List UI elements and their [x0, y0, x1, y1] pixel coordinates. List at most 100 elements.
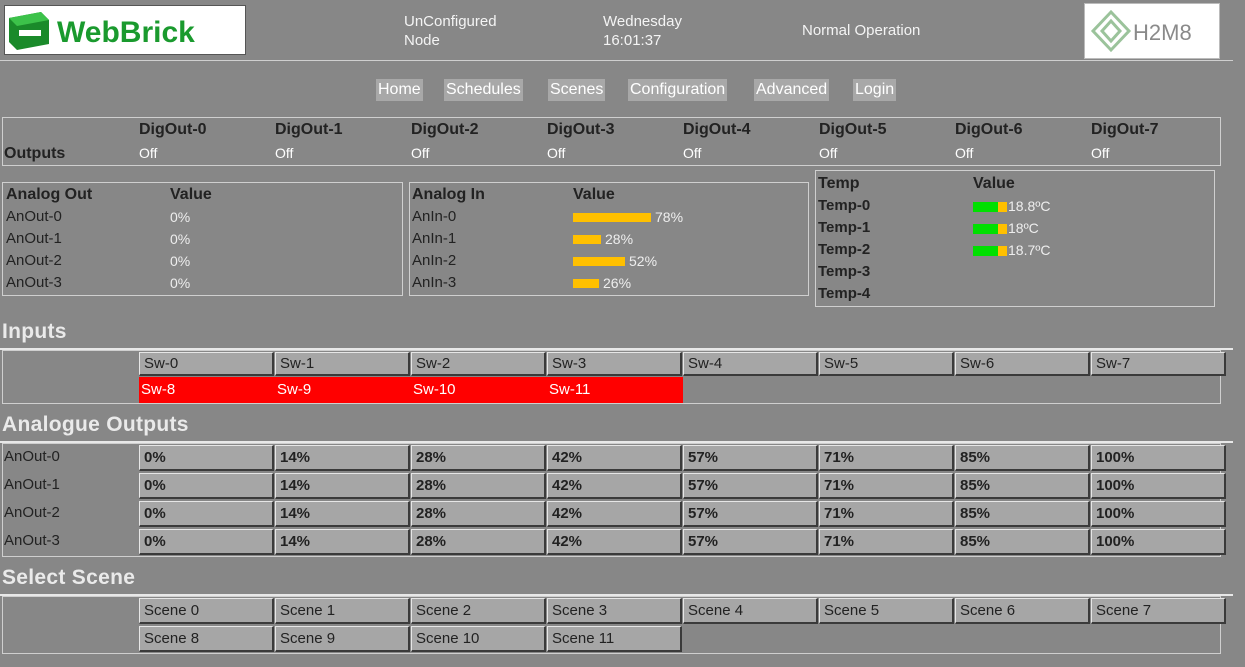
scene-button-8[interactable]: Scene 8 — [139, 626, 274, 652]
analogue-output-level-button[interactable]: 14% — [275, 445, 410, 471]
nav-advanced[interactable]: Advanced — [754, 79, 830, 101]
analog-in-header: Analog In — [412, 186, 485, 203]
inputs-title: Inputs — [2, 320, 67, 343]
nav-home[interactable]: Home — [376, 79, 423, 101]
analogue-output-level-button[interactable]: 85% — [955, 529, 1090, 555]
analogue-output-row-label: AnOut-3 — [4, 532, 60, 549]
select-scene-title: Select Scene — [2, 566, 136, 589]
analogue-output-level-button[interactable]: 85% — [955, 501, 1090, 527]
output-state-0[interactable]: Off — [139, 145, 157, 161]
switch-active-11[interactable]: Sw-11 — [547, 377, 683, 403]
analog-in-name: AnIn-0 — [412, 208, 457, 225]
scene-button-2[interactable]: Scene 2 — [411, 598, 546, 624]
switch-button-6[interactable]: Sw-6 — [955, 352, 1090, 376]
analog-in-level-bar — [573, 235, 601, 244]
temp-bar-green — [973, 246, 998, 256]
operation-status: Normal Operation — [802, 22, 921, 39]
scene-button-7[interactable]: Scene 7 — [1091, 598, 1226, 624]
analogue-output-level-button[interactable]: 28% — [411, 445, 546, 471]
analogue-output-level-button[interactable]: 71% — [819, 529, 954, 555]
switch-button-5[interactable]: Sw-5 — [819, 352, 954, 376]
temp-panel — [815, 170, 1215, 307]
temp-name: Temp-0 — [818, 197, 871, 214]
analogue-output-level-button[interactable]: 28% — [411, 529, 546, 555]
analogue-output-level-button[interactable]: 100% — [1091, 529, 1226, 555]
output-state-2[interactable]: Off — [411, 145, 429, 161]
analogue-output-level-button[interactable]: 28% — [411, 501, 546, 527]
scene-button-4[interactable]: Scene 4 — [683, 598, 818, 624]
analog-out-value: 0% — [170, 209, 191, 225]
nav-configuration[interactable]: Configuration — [628, 79, 728, 101]
analog-out-header: Analog Out — [6, 186, 93, 203]
analog-in-level-bar — [573, 257, 625, 266]
analogue-output-level-button[interactable]: 100% — [1091, 473, 1226, 499]
analogue-output-level-button[interactable]: 28% — [411, 473, 546, 499]
analogue-output-level-button[interactable]: 0% — [139, 445, 274, 471]
scene-button-0[interactable]: Scene 0 — [139, 598, 274, 624]
switch-button-1[interactable]: Sw-1 — [275, 352, 410, 376]
analogue-output-level-button[interactable]: 0% — [139, 473, 274, 499]
h2m8-logo: H2M8 — [1084, 3, 1220, 59]
scene-button-3[interactable]: Scene 3 — [547, 598, 682, 624]
temp-header: Temp — [818, 175, 860, 192]
nav-scenes[interactable]: Scenes — [548, 79, 606, 101]
analogue-output-level-button[interactable]: 71% — [819, 445, 954, 471]
analog-out-value: 0% — [170, 231, 191, 247]
scene-button-5[interactable]: Scene 5 — [819, 598, 954, 624]
analogue-output-level-button[interactable]: 0% — [139, 501, 274, 527]
switch-button-2[interactable]: Sw-2 — [411, 352, 546, 376]
switch-button-0[interactable]: Sw-0 — [139, 352, 274, 376]
analogue-output-level-button[interactable]: 42% — [547, 473, 682, 499]
node-name-line2: Node — [404, 32, 440, 49]
analogue-output-level-button[interactable]: 71% — [819, 501, 954, 527]
output-state-4[interactable]: Off — [683, 145, 701, 161]
switch-active-8[interactable]: Sw-8 — [139, 377, 275, 403]
temp-bar-yellow — [998, 246, 1007, 256]
scene-button-11[interactable]: Scene 11 — [547, 626, 682, 652]
analogue-output-level-button[interactable]: 57% — [683, 529, 818, 555]
output-state-1[interactable]: Off — [275, 145, 293, 161]
analogue-output-row-label: AnOut-1 — [4, 476, 60, 493]
switch-active-9[interactable]: Sw-9 — [275, 377, 411, 403]
switch-button-4[interactable]: Sw-4 — [683, 352, 818, 376]
analogue-output-level-button[interactable]: 57% — [683, 445, 818, 471]
output-name-5: DigOut-5 — [819, 121, 887, 138]
output-state-6[interactable]: Off — [955, 145, 973, 161]
analogue-output-level-button[interactable]: 85% — [955, 473, 1090, 499]
output-state-5[interactable]: Off — [819, 145, 837, 161]
scene-button-9[interactable]: Scene 9 — [275, 626, 410, 652]
switch-active-10[interactable]: Sw-10 — [411, 377, 547, 403]
switch-button-7[interactable]: Sw-7 — [1091, 352, 1226, 376]
analogue-output-level-button[interactable]: 0% — [139, 529, 274, 555]
analogue-output-level-button[interactable]: 71% — [819, 473, 954, 499]
analogue-output-level-button[interactable]: 100% — [1091, 445, 1226, 471]
analogue-output-level-button[interactable]: 42% — [547, 445, 682, 471]
h2m8-logo-graphic: H2M8 — [1090, 9, 1192, 53]
header-divider — [0, 60, 1233, 61]
nav-schedules[interactable]: Schedules — [444, 79, 523, 101]
temp-bar-yellow — [998, 202, 1007, 212]
analogue-output-level-button[interactable]: 42% — [547, 501, 682, 527]
output-state-7[interactable]: Off — [1091, 145, 1109, 161]
analogue-output-level-button[interactable]: 100% — [1091, 501, 1226, 527]
switch-button-3[interactable]: Sw-3 — [547, 352, 682, 376]
nav-login[interactable]: Login — [853, 79, 897, 101]
analogue-output-level-button[interactable]: 14% — [275, 501, 410, 527]
analog-out-value: 0% — [170, 253, 191, 269]
analogue-output-level-button[interactable]: 42% — [547, 529, 682, 555]
analogue-output-level-button[interactable]: 57% — [683, 473, 818, 499]
temp-bar-yellow — [998, 224, 1007, 234]
output-state-3[interactable]: Off — [547, 145, 565, 161]
scene-button-10[interactable]: Scene 10 — [411, 626, 546, 652]
temp-bar-green — [973, 224, 998, 234]
temp-name: Temp-4 — [818, 285, 871, 302]
scene-button-6[interactable]: Scene 6 — [955, 598, 1090, 624]
analog-out-name: AnOut-2 — [6, 252, 62, 269]
analogue-output-level-button[interactable]: 14% — [275, 529, 410, 555]
scene-button-1[interactable]: Scene 1 — [275, 598, 410, 624]
analogue-output-level-button[interactable]: 14% — [275, 473, 410, 499]
output-name-2: DigOut-2 — [411, 121, 479, 138]
analogue-output-level-button[interactable]: 85% — [955, 445, 1090, 471]
analogue-output-level-button[interactable]: 57% — [683, 501, 818, 527]
temp-value: 18ºC — [1008, 220, 1039, 236]
